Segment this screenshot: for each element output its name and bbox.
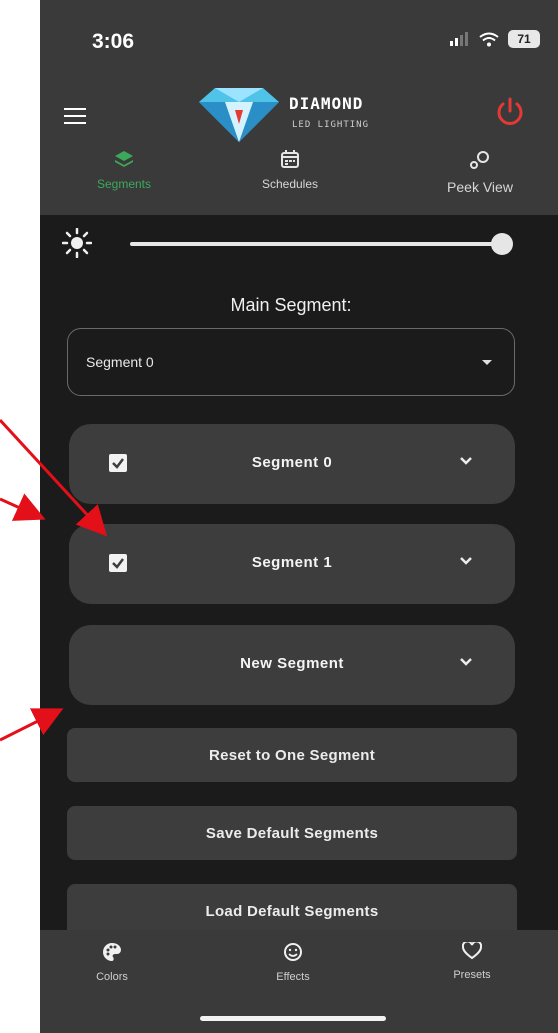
annotation-arrow	[0, 418, 108, 537]
annotation-arrows	[0, 418, 108, 742]
annotation-arrow	[0, 708, 64, 742]
annotation-arrow	[0, 493, 46, 521]
